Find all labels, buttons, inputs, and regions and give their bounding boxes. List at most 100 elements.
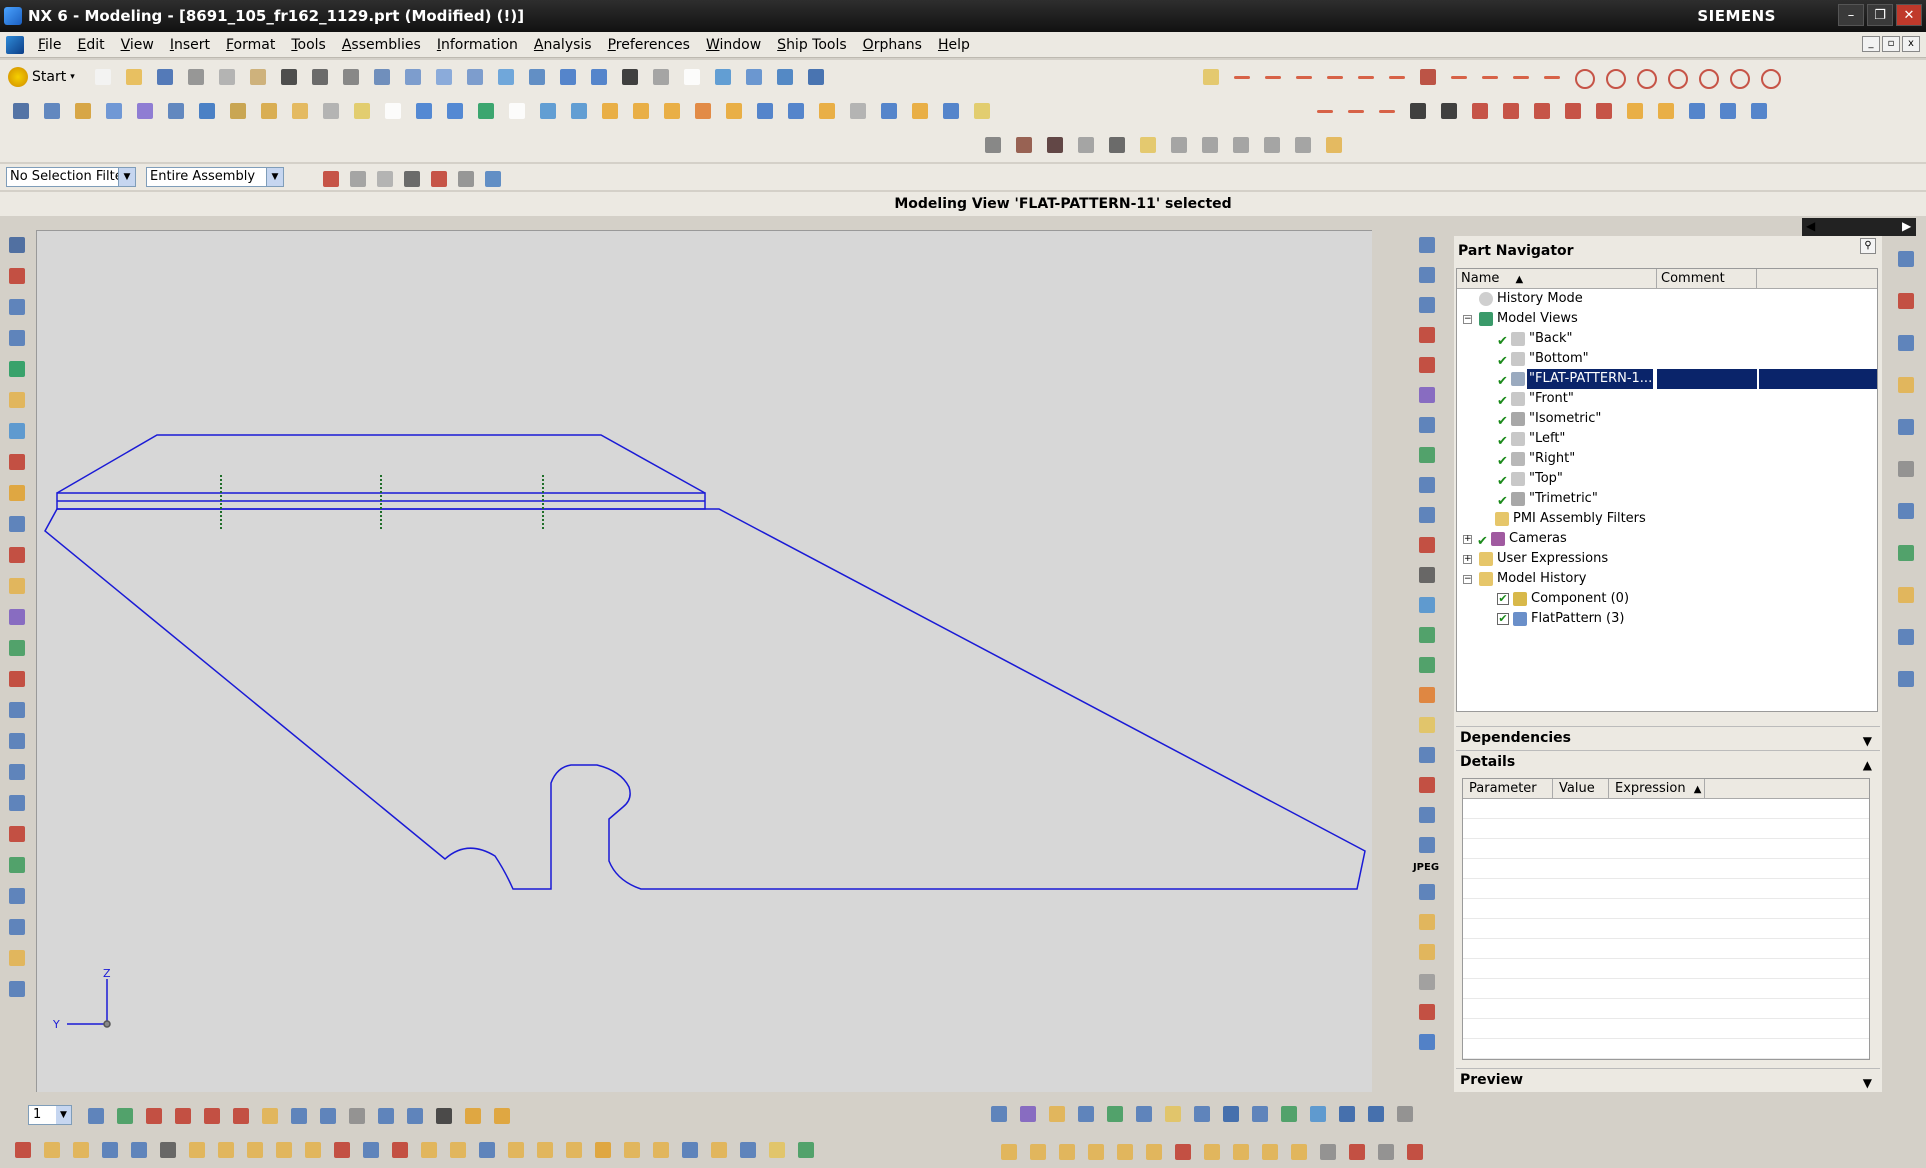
tree-node-pmi-filters[interactable]: PMI Assembly Filters (1457, 509, 1877, 529)
assembly-constraint-icon[interactable] (4, 232, 30, 257)
tube-icon[interactable] (132, 98, 158, 124)
grid-dots-icon[interactable] (1259, 132, 1285, 158)
rotate-icon[interactable] (493, 64, 519, 90)
dimension-icon[interactable] (1414, 322, 1438, 346)
column-comment[interactable]: Comment (1657, 269, 1757, 288)
fit-icon[interactable] (400, 64, 426, 90)
thicken-icon[interactable] (938, 98, 964, 124)
draft-icon[interactable] (721, 98, 747, 124)
snap-view-icon[interactable] (741, 64, 767, 90)
tree-node-view-top[interactable]: ✔ "Top" (1457, 469, 1877, 489)
tree-node-history-mode[interactable]: History Mode (1457, 289, 1877, 309)
bulb-icon[interactable] (764, 1137, 788, 1161)
parallel-line-icon[interactable] (1291, 64, 1317, 90)
pocket-icon[interactable] (287, 98, 313, 124)
spline-icon[interactable] (1374, 98, 1400, 124)
measure-angle-icon[interactable] (489, 1103, 513, 1127)
flange-feature-icon[interactable] (1025, 1139, 1049, 1163)
clearance-icon[interactable] (271, 1137, 295, 1161)
perpendicular-line-icon[interactable] (1322, 64, 1348, 90)
checkbox-icon[interactable]: ✔ (1497, 593, 1509, 605)
wcs-orient-icon[interactable] (228, 1103, 252, 1127)
circle-tangent-icon[interactable] (1632, 64, 1658, 90)
snap-setting-icon[interactable] (426, 166, 448, 188)
truck-icon[interactable] (1334, 1101, 1358, 1125)
csys-icon[interactable] (4, 449, 30, 474)
select-box-icon[interactable] (480, 166, 502, 188)
wcs-rotate-icon[interactable] (199, 1103, 223, 1127)
intersection-curve-icon[interactable] (1529, 98, 1555, 124)
settings-icon[interactable] (1392, 1101, 1416, 1125)
details-table[interactable]: Parameter Value Expression ▲ (1462, 778, 1870, 1060)
fillet-icon[interactable] (1508, 64, 1534, 90)
tab-feature-icon[interactable] (996, 1139, 1020, 1163)
filter-reset-icon[interactable] (345, 166, 367, 188)
tree-node-user-expressions[interactable]: + User Expressions (1457, 549, 1877, 569)
layer-settings-icon[interactable] (83, 1103, 107, 1127)
photo-icon[interactable] (1414, 622, 1438, 646)
save-icon[interactable] (152, 64, 178, 90)
render-style-icon[interactable] (586, 64, 612, 90)
tree-node-view-right[interactable]: ✔ "Right" (1457, 449, 1877, 469)
menu-window[interactable]: Window (698, 32, 769, 58)
globe-icon[interactable] (4, 635, 30, 660)
surface-icon[interactable] (4, 294, 30, 319)
component-group-icon[interactable] (648, 1137, 672, 1161)
tree-node-view-flat-pattern[interactable]: ✔ "FLAT-PATTERN-1... (1457, 369, 1877, 389)
ship-tools-icon[interactable] (803, 64, 829, 90)
constraint-navigator-tab-icon[interactable] (1893, 288, 1919, 316)
quickpick-icon[interactable] (399, 166, 421, 188)
curve-analysis-icon[interactable] (1414, 472, 1438, 496)
make-unique-icon[interactable] (474, 1137, 498, 1161)
wave-geometry-icon[interactable] (242, 1137, 266, 1161)
highlight-lines-icon[interactable] (1102, 1101, 1126, 1125)
zoom-in-icon[interactable] (462, 64, 488, 90)
grid-toggle-icon[interactable] (431, 1103, 455, 1127)
patch-icon[interactable] (907, 98, 933, 124)
edge-display-icon[interactable] (1104, 132, 1130, 158)
flange-icon[interactable] (4, 759, 30, 784)
copy-icon[interactable] (214, 64, 240, 90)
column-value[interactable]: Value (1553, 779, 1609, 798)
vector-constructor-icon[interactable] (286, 1103, 310, 1127)
unite-icon[interactable] (566, 98, 592, 124)
plane-icon[interactable] (4, 387, 30, 412)
shaded-icon[interactable] (617, 64, 643, 90)
history-tab-icon[interactable] (1893, 456, 1919, 484)
selection-scope-dropdown[interactable]: Entire Assembly ▼ (146, 167, 284, 187)
surface-analysis-icon[interactable] (1414, 382, 1438, 406)
section-curve-icon[interactable] (1684, 98, 1710, 124)
camera-icon[interactable] (1414, 742, 1438, 766)
studio-icon[interactable] (1321, 132, 1347, 158)
chamfer-feature-icon[interactable] (504, 98, 530, 124)
export-image-icon[interactable] (1414, 832, 1438, 856)
cube-icon[interactable] (4, 945, 30, 970)
undo-icon[interactable] (307, 64, 333, 90)
section-analysis-icon[interactable] (986, 1101, 1010, 1125)
unbend-icon[interactable] (4, 821, 30, 846)
measure-distance-icon[interactable] (460, 1103, 484, 1127)
expand-icon[interactable]: + (1463, 555, 1472, 564)
sketch-icon[interactable] (8, 98, 34, 124)
mirror-assembly-icon[interactable] (68, 1137, 92, 1161)
tree-node-component[interactable]: ✔ Component (0) (1457, 589, 1877, 609)
shadow-icon[interactable] (1228, 132, 1254, 158)
tree-node-view-bottom[interactable]: ✔ "Bottom" (1457, 349, 1877, 369)
plane-constructor-icon[interactable] (315, 1103, 339, 1127)
collapse-icon[interactable]: − (1463, 315, 1472, 324)
pipe-icon[interactable] (4, 573, 30, 598)
menu-file[interactable]: File (30, 32, 69, 58)
menu-edit[interactable]: Edit (69, 32, 112, 58)
unbend-feature-icon[interactable] (1170, 1139, 1194, 1163)
preview-panel-header[interactable]: Preview ▼ (1456, 1068, 1880, 1090)
revolve-icon[interactable] (70, 98, 96, 124)
menu-ship-tools[interactable]: Ship Tools (769, 32, 854, 58)
point-icon[interactable] (1694, 64, 1720, 90)
image-icon[interactable] (1247, 1101, 1271, 1125)
shell-icon[interactable] (535, 98, 561, 124)
part-icon[interactable] (1414, 999, 1438, 1023)
new-component-icon[interactable] (39, 1137, 63, 1161)
table-icon[interactable] (1131, 1101, 1155, 1125)
view-window-icon[interactable] (679, 64, 705, 90)
arc-curve-icon[interactable] (1343, 98, 1369, 124)
